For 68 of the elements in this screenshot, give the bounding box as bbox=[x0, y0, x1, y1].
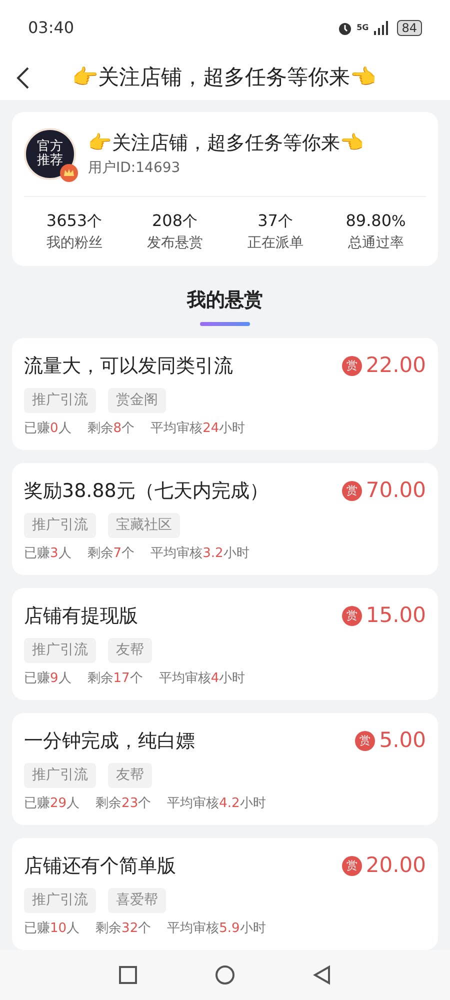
task-tag: 推广引流 bbox=[24, 762, 96, 788]
task-stat: 平均审核5.9小时 bbox=[167, 920, 266, 938]
network-label: 5G bbox=[356, 22, 369, 34]
task-tag: 推广引流 bbox=[24, 638, 96, 663]
task-price: 22.00 bbox=[366, 352, 426, 380]
task-card[interactable]: 一分钟完成，纯白嫖 赏 5.00 推广引流 友帮 已赚29人 剩余23个 平均审核4.2小时 bbox=[12, 713, 438, 826]
signal-icon bbox=[372, 21, 389, 35]
task-title: 流量大，可以发同类引流 bbox=[24, 354, 233, 379]
task-tag: 宝藏社区 bbox=[108, 512, 180, 538]
section-tab[interactable]: 我的悬赏 bbox=[187, 286, 263, 318]
page-title: 👉关注店铺，超多任务等你来👈 bbox=[71, 64, 377, 92]
task-stat: 剩余23个 bbox=[96, 794, 152, 813]
task-price: 20.00 bbox=[366, 852, 426, 880]
battery-indicator: 84 bbox=[396, 20, 422, 36]
stat-value: 3653个 bbox=[46, 210, 102, 232]
task-stat: 剩余8个 bbox=[87, 420, 135, 438]
back-icon[interactable] bbox=[16, 66, 30, 90]
task-tag: 推广引流 bbox=[24, 512, 96, 538]
user-id: 用户ID:14693 bbox=[88, 158, 182, 178]
task-tag: 喜爱帮 bbox=[108, 888, 166, 913]
back-nav-icon[interactable] bbox=[313, 965, 331, 986]
task-price: 5.00 bbox=[379, 727, 426, 754]
stat-label: 我的粉丝 bbox=[46, 234, 102, 253]
reward-badge: 赏 bbox=[342, 856, 362, 876]
task-stat: 平均审核4小时 bbox=[158, 670, 246, 688]
task-card[interactable]: 店铺有提现版 赏 15.00 推广引流 友帮 已赚9人 剩余17个 平均审核4小时 bbox=[12, 588, 438, 700]
task-title: 店铺还有个简单版 bbox=[24, 854, 176, 879]
stat-label: 发布悬赏 bbox=[146, 234, 203, 253]
task-title: 奖励38.88元（七天内完成） bbox=[24, 478, 268, 504]
task-title: 店铺有提现版 bbox=[24, 604, 138, 629]
status-time: 03:40 bbox=[28, 17, 74, 39]
tab-indicator bbox=[200, 322, 250, 326]
task-stat: 已赚0人 bbox=[24, 420, 72, 438]
task-stat: 已赚3人 bbox=[24, 544, 72, 563]
stat-value: 208个 bbox=[152, 210, 198, 232]
reward-badge: 赏 bbox=[342, 481, 362, 502]
task-stat: 剩余17个 bbox=[87, 670, 143, 688]
reward-badge: 赏 bbox=[342, 606, 362, 626]
task-tag: 友帮 bbox=[108, 638, 152, 663]
task-title: 一分钟完成，纯白嫖 bbox=[24, 728, 195, 754]
stat-value: 37个 bbox=[258, 210, 293, 232]
task-stat: 剩余32个 bbox=[96, 920, 152, 938]
shop-name: 👉关注店铺，超多任务等你来👈 bbox=[88, 131, 364, 156]
task-tag: 赏金阁 bbox=[108, 388, 166, 413]
task-stat: 已赚9人 bbox=[24, 670, 72, 688]
task-tag: 友帮 bbox=[108, 762, 152, 788]
stat-label: 正在派单 bbox=[247, 234, 304, 253]
stat-label: 总通过率 bbox=[348, 234, 404, 253]
home-icon[interactable] bbox=[215, 965, 235, 986]
task-tag: 推广引流 bbox=[24, 388, 96, 413]
task-stat: 平均审核24小时 bbox=[150, 420, 246, 438]
reward-badge: 赏 bbox=[342, 356, 362, 376]
task-stat: 已赚10人 bbox=[24, 920, 80, 938]
task-tag: 推广引流 bbox=[24, 888, 96, 913]
alarm-icon bbox=[336, 20, 353, 36]
task-card[interactable]: 流量大，可以发同类引流 赏 22.00 推广引流 赏金阁 已赚0人 剩余8个 平均审核24小时 bbox=[12, 338, 438, 450]
task-card[interactable]: 奖励38.88元（七天内完成） 赏 70.00 推广引流 宝藏社区 已赚3人 剩余7个 平均审核3.2小时 bbox=[12, 463, 438, 576]
task-stat: 已赚29人 bbox=[24, 794, 80, 813]
task-stat: 剩余7个 bbox=[87, 544, 135, 563]
stat-value: 89.80% bbox=[346, 210, 406, 232]
reward-badge: 赏 bbox=[355, 731, 376, 752]
task-stat: 平均审核4.2小时 bbox=[167, 794, 266, 813]
task-card[interactable]: 店铺还有个简单版 赏 20.00 推广引流 喜爱帮 已赚10人 剩余32个 平均审核5.9小时 bbox=[12, 838, 438, 950]
task-price: 15.00 bbox=[366, 602, 426, 630]
task-stat: 平均审核3.2小时 bbox=[150, 544, 250, 563]
task-price: 70.00 bbox=[366, 477, 426, 504]
recents-icon[interactable] bbox=[119, 966, 137, 984]
avatar: 官方推荐 bbox=[24, 128, 76, 180]
